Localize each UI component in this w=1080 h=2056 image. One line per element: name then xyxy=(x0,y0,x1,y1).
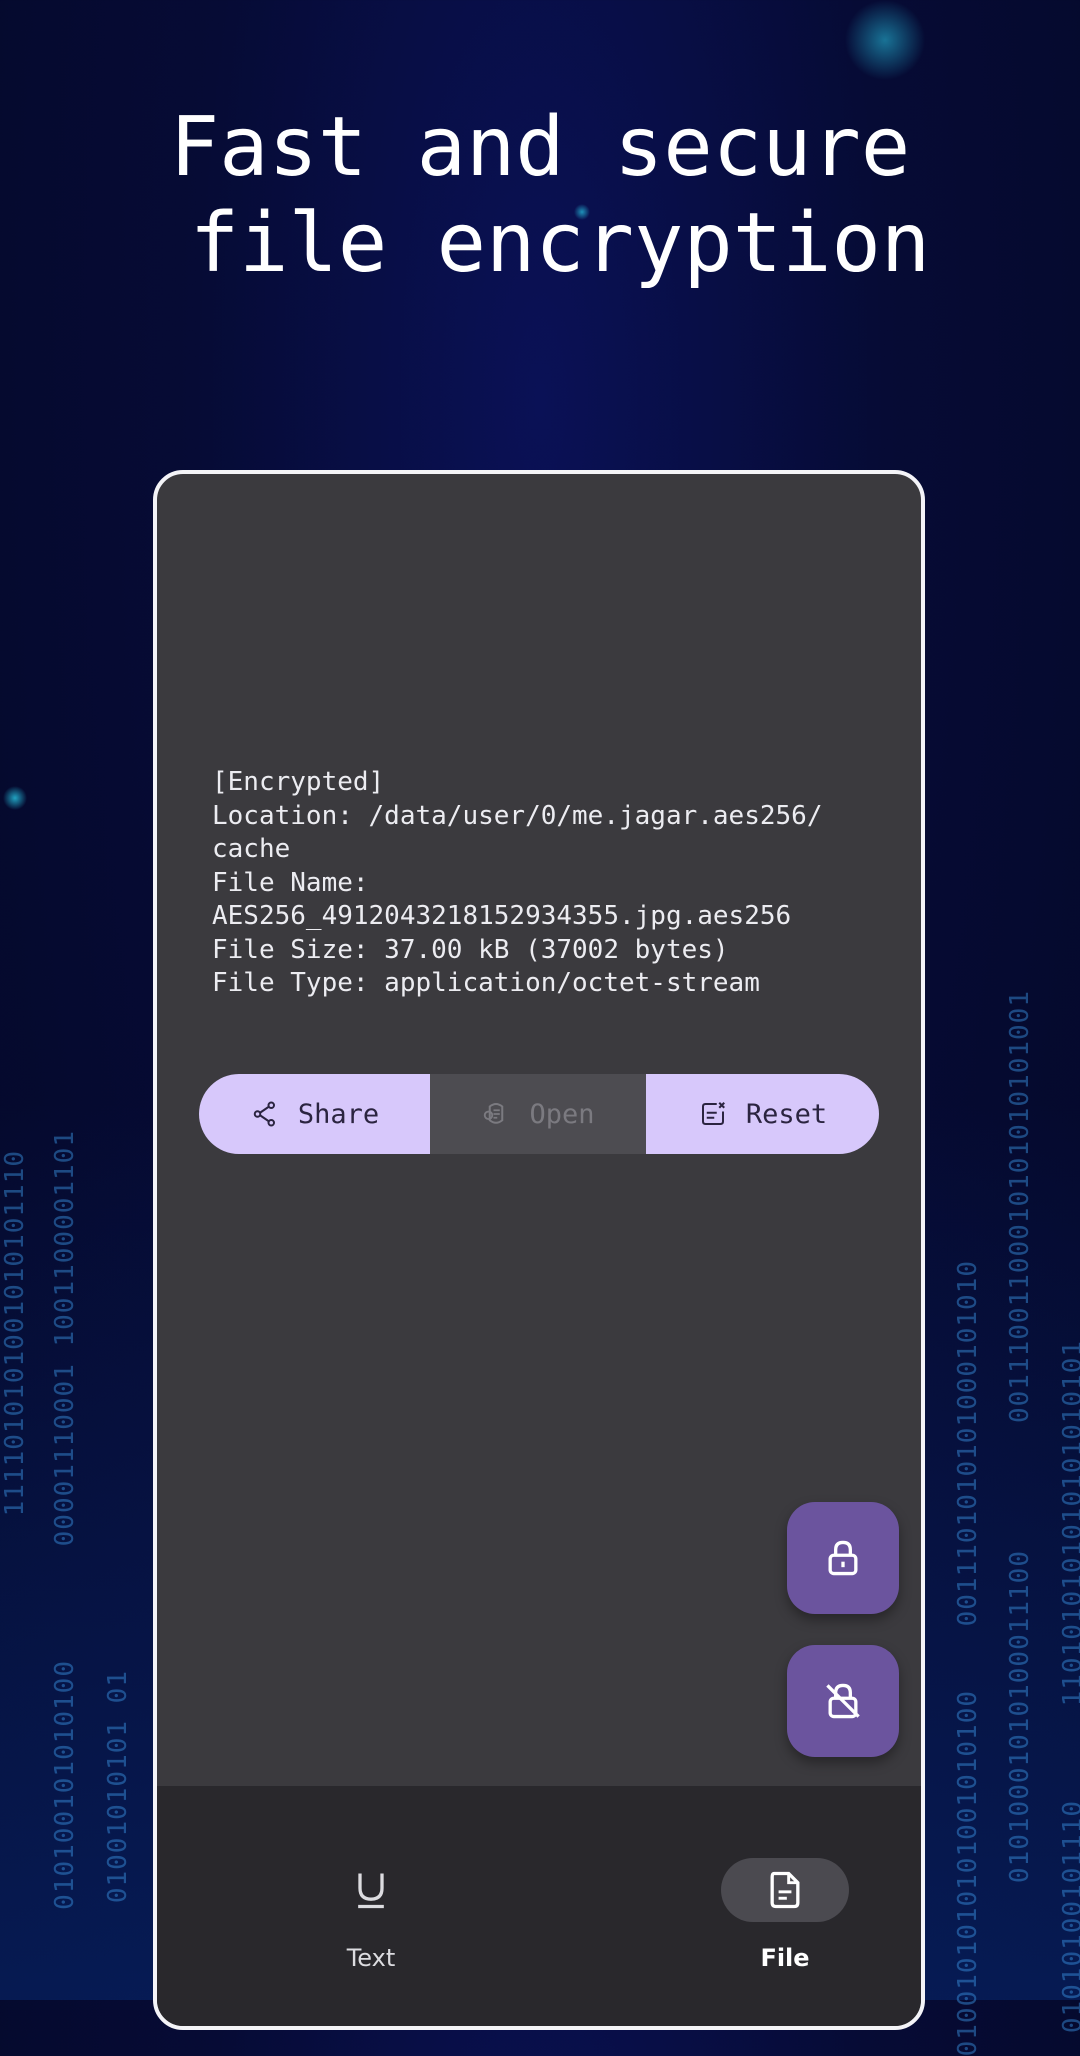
binary-decoration: 0100101010101001010100 xyxy=(953,1690,983,2056)
binary-decoration: 1101010101010101010101 xyxy=(1058,1340,1080,1707)
lock-off-icon xyxy=(826,1683,860,1719)
decrypt-fab-button[interactable] xyxy=(787,1645,899,1757)
headline: Fast and secure file encryption xyxy=(0,100,1080,292)
text-format-icon xyxy=(358,1873,384,1909)
reset-file-icon xyxy=(701,1102,725,1125)
binary-decoration: 01010001010100011100 xyxy=(1005,1550,1035,1884)
nav-label-text: Text xyxy=(346,1944,396,1972)
bottom-navigation: Text File xyxy=(157,1786,921,2026)
lock-icon xyxy=(828,1540,858,1576)
nav-item-file[interactable]: File xyxy=(705,1858,865,1972)
binary-decoration: 01001010101 01 xyxy=(103,1670,133,1904)
reset-label: Reset xyxy=(745,1098,828,1130)
nav-item-text[interactable]: Text xyxy=(291,1858,451,1972)
reset-button[interactable]: Reset xyxy=(646,1074,879,1154)
open-file-icon xyxy=(484,1103,504,1124)
nav-icon-container-selected xyxy=(721,1858,849,1922)
binary-decoration: 0011101010101000101010 xyxy=(953,1260,983,1627)
binary-decoration: 01010100101110 xyxy=(1058,1800,1080,2034)
nav-icon-container xyxy=(307,1858,435,1922)
file-info-text: [Encrypted] Location: /data/user/0/me.ja… xyxy=(212,767,823,998)
headline-line-1: Fast and secure xyxy=(169,100,911,195)
encrypt-fab-button[interactable] xyxy=(787,1502,899,1614)
share-button[interactable]: Share xyxy=(199,1074,430,1154)
binary-decoration: 00111001100010101010101001 xyxy=(1005,990,1035,1423)
nav-label-file: File xyxy=(760,1944,810,1972)
open-label: Open xyxy=(529,1098,595,1130)
phone-frame: [Encrypted] Location: /data/user/0/me.ja… xyxy=(153,470,925,2030)
open-button[interactable]: Open xyxy=(430,1074,646,1154)
binary-decoration: 00001110001 1001100001101 xyxy=(50,1130,80,1547)
share-label: Share xyxy=(297,1098,380,1130)
binary-decoration: 1111010101001010101110 xyxy=(0,1150,30,1517)
share-icon xyxy=(253,1101,275,1127)
headline-line-2: file encryption xyxy=(189,196,931,291)
file-icon xyxy=(770,1871,800,1909)
binary-decoration: 010100101010100 xyxy=(50,1660,80,1910)
file-action-buttons: Share Open Reset xyxy=(199,1074,879,1154)
